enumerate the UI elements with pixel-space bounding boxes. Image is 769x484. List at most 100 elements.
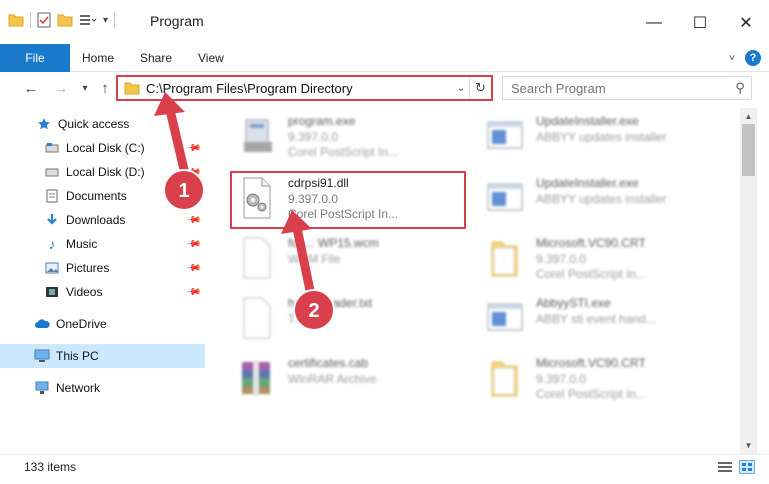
tab-view[interactable]: View: [198, 44, 224, 72]
details-view-icon[interactable]: [717, 460, 733, 474]
sidebar-item-onedrive[interactable]: OneDrive: [0, 312, 205, 336]
tab-home[interactable]: Home: [82, 44, 114, 72]
pin-icon[interactable]: 📌: [184, 212, 201, 229]
close-button[interactable]: ✕: [723, 8, 769, 38]
tab-share[interactable]: Share: [140, 44, 172, 72]
list-item[interactable]: UpdateInstaller.exe ABBYY updates instal…: [472, 170, 712, 226]
up-arrow-icon[interactable]: ↑: [94, 78, 116, 98]
sidebar-item-label: Music: [66, 237, 98, 251]
file-name: UpdateInstaller.exe: [536, 176, 639, 190]
address-bar[interactable]: C:\Program Files\Program Directory ⌄ ↻: [116, 75, 493, 101]
file-version: 9.397.0.0: [288, 130, 339, 144]
download-arrow-icon: [44, 212, 60, 228]
file-name: certificates.cab: [288, 356, 369, 370]
customize-toolbar-icon[interactable]: [79, 13, 97, 27]
file-meta: ABBYY updates installer: [536, 192, 667, 207]
text-file-icon: [243, 297, 271, 339]
sidebar-item-label: Pictures: [66, 261, 110, 275]
new-folder-icon[interactable]: [57, 13, 73, 27]
vertical-scrollbar[interactable]: ▲ ▼: [740, 108, 757, 454]
title-bar: ▾ Program — ☐ ✕: [0, 0, 769, 44]
view-toggle: [717, 460, 755, 474]
sidebar-item-local-disk-c[interactable]: Local Disk (C:) 📌: [0, 136, 205, 160]
sidebar-item-quick-access[interactable]: Quick access: [0, 112, 205, 136]
sidebar-item-label: Videos: [66, 285, 103, 299]
navigation-bar: ← → ▾ ↑ C:\Program Files\Program Directo…: [0, 72, 769, 104]
file-description: ABBY sti event hand...: [536, 312, 656, 326]
application-window-icon: [487, 121, 523, 149]
file-meta: WinRAR Archive: [288, 372, 377, 387]
sidebar-item-pictures[interactable]: Pictures 📌: [0, 256, 205, 280]
sidebar-item-this-pc[interactable]: This PC: [0, 344, 205, 368]
sidebar-item-label: Quick access: [58, 117, 130, 131]
chevron-down-icon[interactable]: ▾: [103, 15, 108, 26]
back-arrow-icon[interactable]: ←: [20, 78, 42, 98]
file-meta: WCM File: [288, 252, 341, 267]
folder-icon: [491, 241, 518, 277]
pin-icon[interactable]: 📌: [184, 236, 201, 253]
scroll-down-icon[interactable]: ▼: [740, 437, 757, 454]
folder-icon[interactable]: [8, 13, 24, 27]
minimize-button[interactable]: —: [631, 8, 677, 38]
sidebar-item-local-disk-d[interactable]: Local Disk (D:) 📌: [0, 160, 205, 184]
film-icon: [44, 284, 60, 300]
sidebar-item-downloads[interactable]: Downloads 📌: [0, 208, 205, 232]
file-meta: TXT: [288, 312, 311, 327]
search-icon[interactable]: ⚲: [729, 80, 751, 96]
file-name: Microsoft.VC90.CRT: [536, 356, 646, 370]
divider: [114, 12, 116, 28]
pin-icon[interactable]: 📌: [184, 284, 201, 301]
chevron-down-icon[interactable]: ⌄: [453, 83, 469, 94]
sidebar-item-label: This PC: [56, 349, 99, 363]
list-item[interactable]: hel... Reader.txt TXT: [224, 290, 464, 346]
file-name: Microsoft.VC90.CRT: [536, 236, 646, 250]
properties-icon[interactable]: [37, 12, 51, 28]
forward-arrow-icon[interactable]: →: [50, 78, 72, 98]
pin-icon[interactable]: 📌: [184, 164, 201, 181]
search-input[interactable]: [511, 80, 729, 96]
tab-file[interactable]: File: [0, 44, 70, 72]
file-description: ABBYY updates installer: [536, 130, 667, 144]
list-item[interactable]: Microsoft.VC90.CRT 9.397.0.0 Corel PostSc…: [472, 230, 712, 286]
list-item[interactable]: UpdateInstaller.exe ABBYY updates instal…: [472, 108, 712, 164]
network-icon: [34, 380, 50, 396]
file-meta: 9.397.0.0 Corel PostScript In...: [536, 372, 646, 402]
file-name: fon... WP15.wcm: [288, 236, 379, 250]
list-item[interactable]: Microsoft.VC90.CRT 9.397.0.0 Corel PostSc…: [472, 350, 712, 406]
highlight-frame: [230, 171, 466, 229]
pin-icon[interactable]: 📌: [184, 260, 201, 277]
address-path[interactable]: C:\Program Files\Program Directory: [146, 81, 453, 96]
list-item[interactable]: AbbyySTI.exe ABBY sti event hand...: [472, 290, 712, 346]
file-type: TXT: [288, 312, 311, 326]
recent-locations-icon[interactable]: ▾: [74, 78, 96, 98]
tiles-view-icon[interactable]: [739, 460, 755, 474]
file-name: program.exe: [288, 114, 356, 128]
maximize-button[interactable]: ☐: [677, 8, 723, 38]
sidebar-item-videos[interactable]: Videos 📌: [0, 280, 205, 304]
expand-ribbon-icon[interactable]: ˅: [729, 53, 735, 64]
help-icon[interactable]: ?: [745, 50, 761, 66]
sidebar-item-documents[interactable]: Documents 📌: [0, 184, 205, 208]
scroll-up-icon[interactable]: ▲: [740, 108, 757, 125]
pin-icon[interactable]: 📌: [184, 188, 201, 205]
sidebar-item-music[interactable]: ♪ Music 📌: [0, 232, 205, 256]
list-item[interactable]: program.exe 9.397.0.0 Corel PostScript In…: [224, 108, 464, 164]
file-description: ABBYY updates installer: [536, 192, 667, 206]
scroll-thumb[interactable]: [742, 124, 755, 176]
file-name: UpdateInstaller.exe: [536, 114, 639, 128]
sidebar-item-network[interactable]: Network: [0, 376, 205, 400]
file-meta: 9.397.0.0 Corel PostScript In...: [288, 130, 398, 160]
navigation-pane: Quick access Local Disk (C:) 📌 Local Dis…: [0, 108, 205, 454]
sidebar-item-label: OneDrive: [56, 317, 107, 331]
list-item[interactable]: certificates.cab WinRAR Archive: [224, 350, 464, 406]
refresh-icon[interactable]: ↻: [469, 77, 491, 99]
folder-icon: [124, 82, 140, 95]
pin-icon[interactable]: 📌: [184, 140, 201, 157]
application-window-icon: [487, 303, 523, 331]
file-name: AbbyySTI.exe: [536, 296, 611, 310]
list-item[interactable]: fon... WP15.wcm WCM File: [224, 230, 464, 286]
music-note-icon: ♪: [48, 236, 56, 252]
search-box[interactable]: ⚲: [502, 76, 752, 100]
file-meta: ABBYY updates installer: [536, 130, 667, 145]
documents-icon: [44, 188, 60, 204]
